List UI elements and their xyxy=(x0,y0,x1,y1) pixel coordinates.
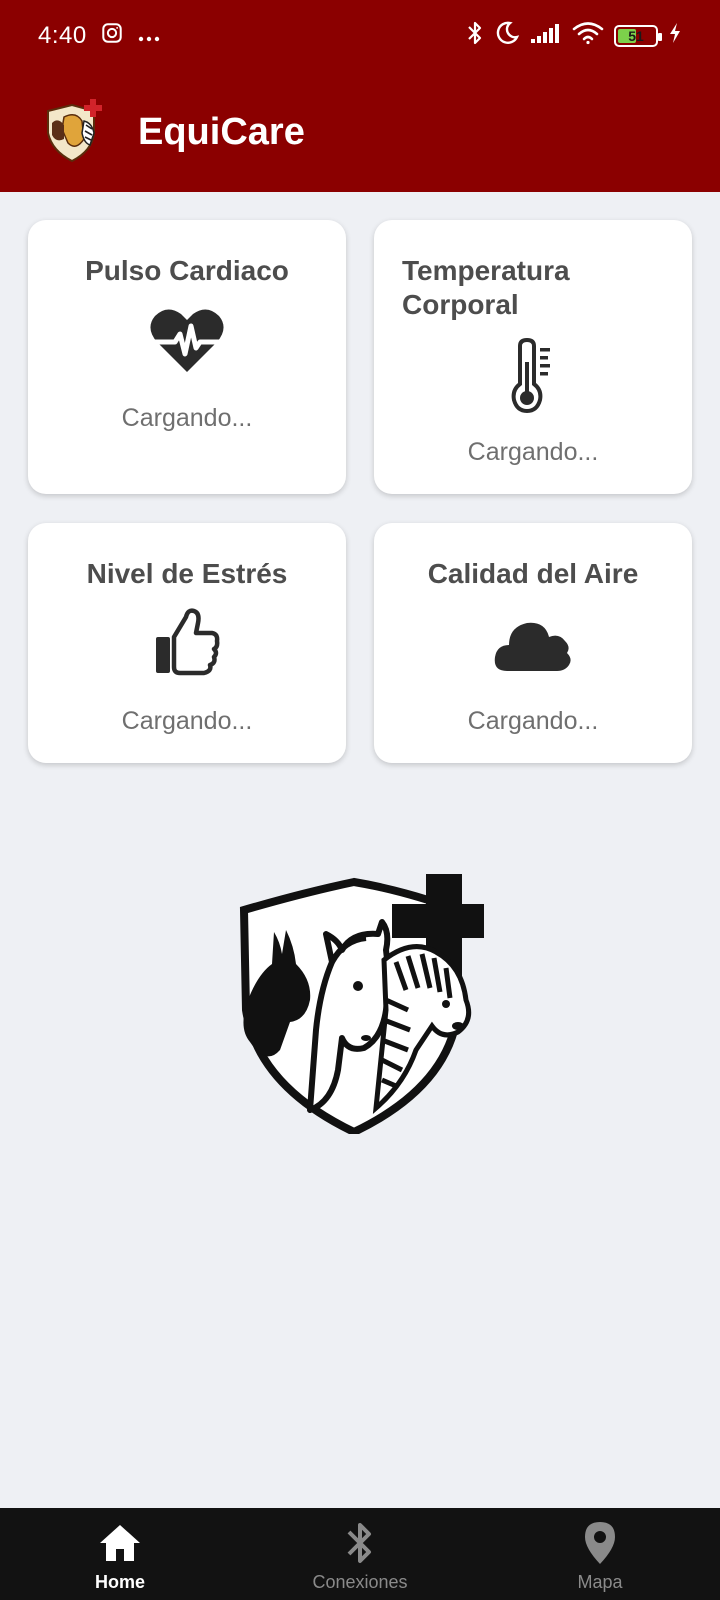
battery-level: 51 xyxy=(628,28,644,44)
card-title: Temperatura Corporal xyxy=(402,255,570,320)
air-quality-card[interactable]: Calidad del Aire Cargando... xyxy=(374,523,692,763)
stress-level-value: Cargando... xyxy=(121,707,253,735)
bluetooth-icon xyxy=(466,20,484,53)
card-title: Pulso Cardiaco xyxy=(85,255,289,286)
home-icon xyxy=(97,1520,143,1566)
app-title: EquiCare xyxy=(138,110,305,153)
nav-item-home[interactable]: Home xyxy=(0,1508,240,1600)
equicare-emblem xyxy=(236,870,492,1137)
nav-label-home: Home xyxy=(94,1572,145,1592)
signal-icon xyxy=(530,22,562,51)
heart-pulse-icon xyxy=(149,308,225,379)
card-title: Nivel de Estrés xyxy=(86,558,288,589)
app-header: 4:40 51 EquiCare xyxy=(0,0,720,192)
moon-icon xyxy=(494,20,520,53)
charging-icon xyxy=(668,22,682,51)
equicare-logo xyxy=(42,99,108,165)
bottom-nav: Home Conexiones Mapa xyxy=(0,1508,720,1600)
bluetooth-icon xyxy=(337,1520,383,1566)
nav-item-mapa[interactable]: Mapa xyxy=(480,1508,720,1600)
temperature-value: Cargando... xyxy=(467,438,599,466)
card-title: Calidad del Aire xyxy=(427,558,639,589)
nav-label-conexiones: Conexiones xyxy=(312,1572,408,1592)
stress-level-card[interactable]: Nivel de Estrés Cargando... xyxy=(28,523,346,763)
air-quality-value: Cargando... xyxy=(467,707,599,735)
heart-rate-value: Cargando... xyxy=(121,404,253,432)
cloud-icon xyxy=(493,613,573,678)
status-bar: 4:40 51 xyxy=(0,0,720,72)
instagram-icon xyxy=(101,22,123,51)
more-dots-icon xyxy=(137,22,161,50)
thumbs-up-icon xyxy=(154,607,220,682)
temperature-card[interactable]: Temperatura Corporal Cargando... xyxy=(374,220,692,494)
app-bar: EquiCare xyxy=(0,72,720,192)
nav-label-mapa: Mapa xyxy=(577,1572,623,1592)
nav-item-conexiones[interactable]: Conexiones xyxy=(240,1508,480,1600)
wifi-icon xyxy=(572,21,604,52)
heart-rate-card[interactable]: Pulso Cardiaco Cargando... xyxy=(28,220,346,494)
thermometer-icon xyxy=(510,337,556,419)
battery-icon: 51 xyxy=(614,25,662,47)
status-time: 4:40 xyxy=(38,22,87,49)
location-pin-icon xyxy=(577,1520,623,1566)
